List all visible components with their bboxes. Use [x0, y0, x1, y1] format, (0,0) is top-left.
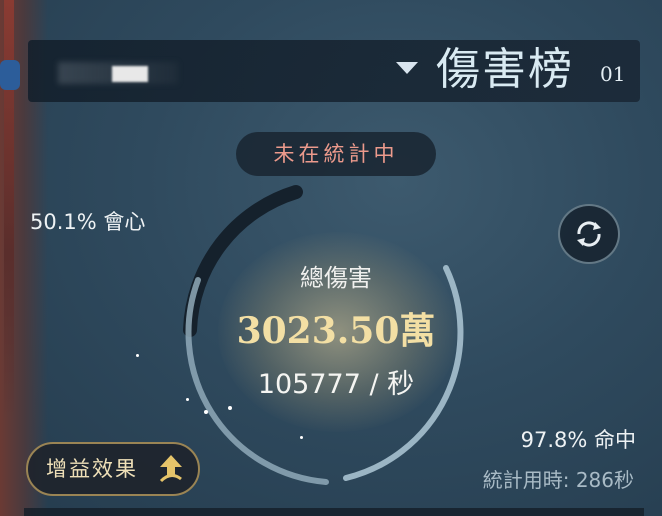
panel-index: 01 — [600, 62, 626, 86]
buff-effects-button[interactable]: 增益效果 — [26, 442, 200, 496]
refresh-icon — [577, 221, 601, 247]
crit-rate: 50.1% 會心 — [30, 210, 146, 234]
up-arrow-swirl-icon — [159, 455, 182, 483]
status-badge: 未在統計中 — [236, 132, 436, 176]
tracking-duration: 統計用時: 286秒 — [482, 468, 634, 492]
sparkle — [300, 436, 303, 439]
buff-effects-label: 增益效果 — [46, 457, 138, 481]
player-name-obscured-highlight — [112, 66, 148, 82]
bottom-panel-edge — [24, 508, 644, 516]
damage-per-second: 105777 / 秒 — [257, 369, 415, 400]
total-damage-label: 總傷害 — [300, 264, 372, 292]
chevron-down-icon[interactable] — [396, 62, 418, 74]
total-damage-value: 3023.50萬 — [236, 310, 436, 352]
refresh-button[interactable] — [558, 204, 620, 264]
sparkle — [228, 406, 232, 410]
sparkle — [136, 354, 139, 357]
hit-rate: 97.8% 命中 — [520, 428, 636, 452]
sparkle — [204, 410, 208, 414]
panel-title: 傷害榜 — [436, 44, 574, 95]
sparkle — [186, 398, 189, 401]
